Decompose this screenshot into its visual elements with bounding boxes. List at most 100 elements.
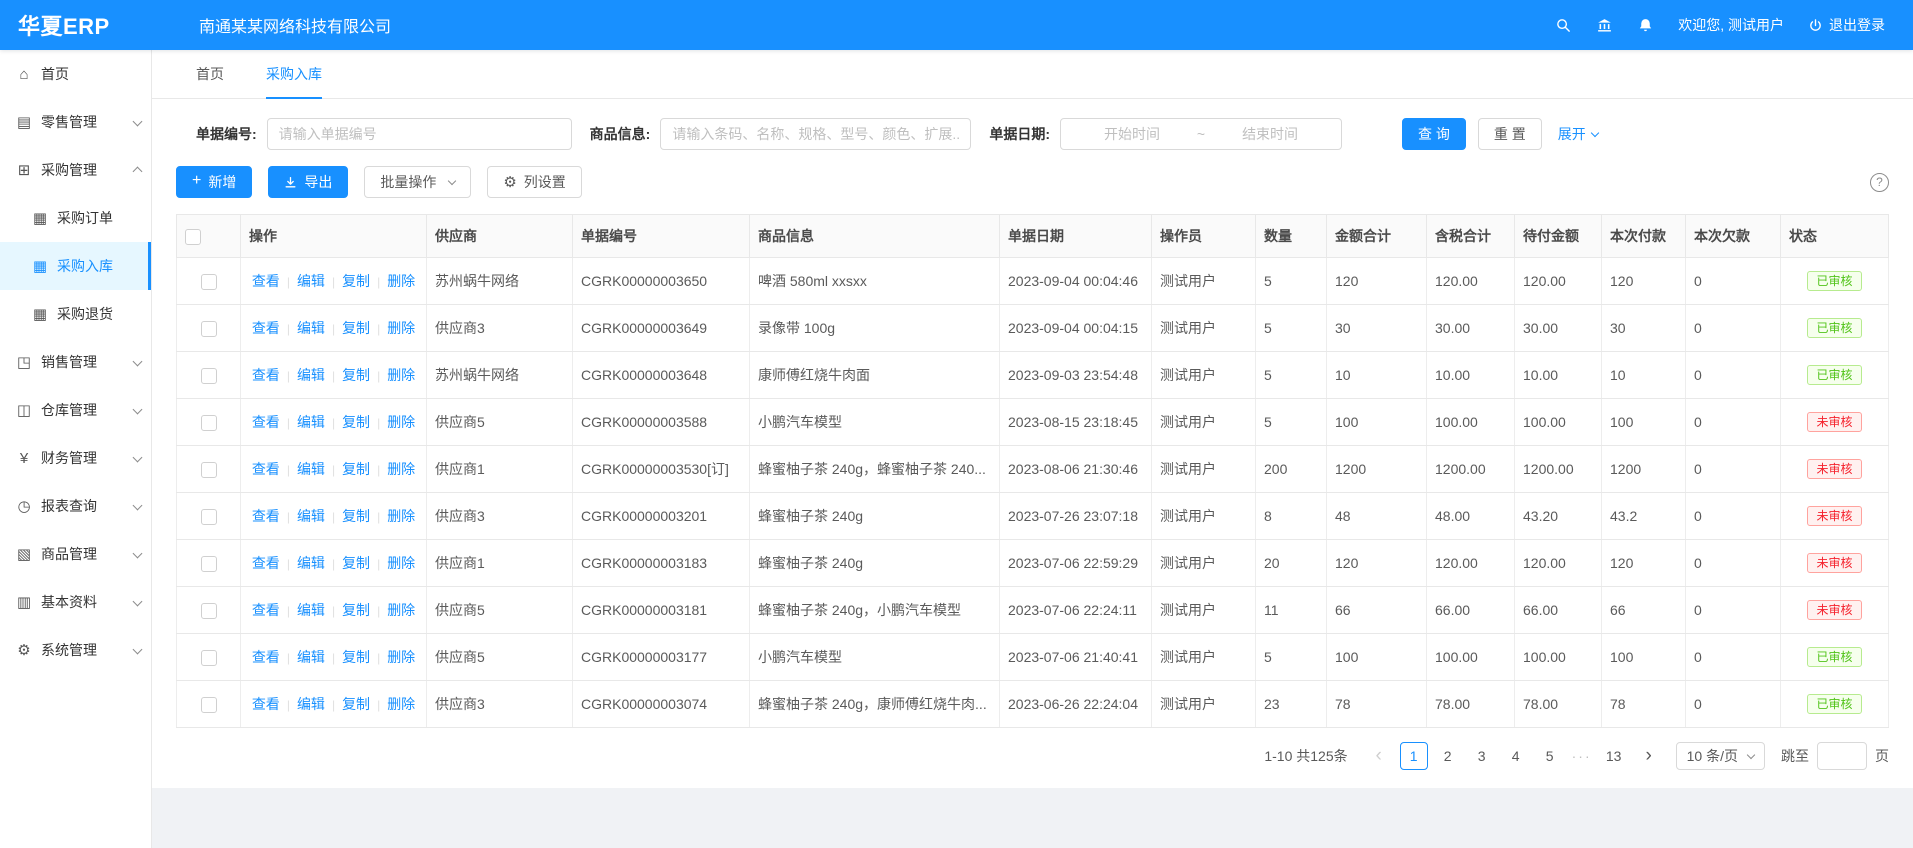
action-link-copy[interactable]: 复制 [342,367,370,383]
sidebar-item[interactable]: ◫仓库管理 [0,386,151,434]
action-link-copy[interactable]: 复制 [342,508,370,524]
action-link-delete[interactable]: 删除 [387,696,415,712]
action-link-view[interactable]: 查看 [252,508,280,524]
warehouse-icon: ◫ [16,401,32,419]
action-link-delete[interactable]: 删除 [387,508,415,524]
batch-button[interactable]: 批量操作 [364,166,471,198]
action-link-edit[interactable]: 编辑 [297,602,325,618]
action-link-view[interactable]: 查看 [252,461,280,477]
bill-no-input[interactable] [267,118,572,150]
row-status-cell: 已审核 [1781,258,1889,305]
action-link-edit[interactable]: 编辑 [297,367,325,383]
action-link-view[interactable]: 查看 [252,555,280,571]
bank-icon[interactable] [1596,17,1613,34]
sidebar-item[interactable]: ◳销售管理 [0,338,151,386]
action-link-edit[interactable]: 编辑 [297,696,325,712]
action-separator: | [377,275,380,289]
action-link-edit[interactable]: 编辑 [297,414,325,430]
reset-button[interactable]: 重 置 [1478,118,1542,150]
action-link-view[interactable]: 查看 [252,367,280,383]
help-icon[interactable]: ? [1870,173,1889,192]
page-button[interactable]: 1 [1400,742,1428,770]
action-link-delete[interactable]: 删除 [387,461,415,477]
tab-item[interactable]: 首页 [196,50,224,98]
action-link-delete[interactable]: 删除 [387,649,415,665]
plus-icon: + [192,173,201,189]
action-link-edit[interactable]: 编辑 [297,273,325,289]
action-link-delete[interactable]: 删除 [387,555,415,571]
action-link-copy[interactable]: 复制 [342,273,370,289]
sidebar-item[interactable]: ¥财务管理 [0,434,151,482]
action-link-view[interactable]: 查看 [252,273,280,289]
tab-item[interactable]: 采购入库 [266,50,322,98]
action-link-delete[interactable]: 删除 [387,273,415,289]
action-link-delete[interactable]: 删除 [387,414,415,430]
action-link-view[interactable]: 查看 [252,649,280,665]
table-row: 查看|编辑|复制|删除供应商1CGRK00000003530[订]蜂蜜柚子茶 2… [177,446,1889,493]
row-checkbox[interactable] [201,697,217,713]
row-checkbox[interactable] [201,368,217,384]
row-checkbox[interactable] [201,650,217,666]
action-link-copy[interactable]: 复制 [342,414,370,430]
prev-page-button[interactable]: ‹ [1366,742,1392,770]
sidebar-item[interactable]: ▥基本资料 [0,578,151,626]
page-button[interactable]: 4 [1502,742,1530,770]
action-link-view[interactable]: 查看 [252,414,280,430]
action-link-edit[interactable]: 编辑 [297,508,325,524]
sidebar-item[interactable]: ⚙系统管理 [0,626,151,674]
bell-icon[interactable] [1637,17,1654,34]
sidebar-item[interactable]: ⌂首页 [0,50,151,98]
action-link-copy[interactable]: 复制 [342,461,370,477]
sidebar-item[interactable]: ▧商品管理 [0,530,151,578]
next-page-button[interactable]: › [1636,742,1662,770]
action-link-edit[interactable]: 编辑 [297,461,325,477]
page-size-select[interactable]: 10 条/页 [1676,742,1765,770]
page-button[interactable]: 2 [1434,742,1462,770]
row-checkbox[interactable] [201,603,217,619]
sidebar-item[interactable]: ▤零售管理 [0,98,151,146]
page-button[interactable]: 13 [1600,742,1628,770]
sidebar-item[interactable]: ⊞采购管理 [0,146,151,194]
date-range-input[interactable]: 开始时间 ~ 结束时间 [1060,118,1342,150]
pagination-total: 1-10 共125条 [1264,746,1347,766]
row-checkbox[interactable] [201,415,217,431]
action-link-edit[interactable]: 编辑 [297,555,325,571]
sidebar-item[interactable]: ◷报表查询 [0,482,151,530]
sidebar-item[interactable]: ▦采购入库 [0,242,151,290]
action-link-edit[interactable]: 编辑 [297,649,325,665]
action-link-delete[interactable]: 删除 [387,320,415,336]
row-checkbox[interactable] [201,556,217,572]
search-button[interactable]: 查 询 [1402,118,1466,150]
page-button[interactable]: 3 [1468,742,1496,770]
export-button[interactable]: 导出 [268,166,348,198]
action-link-copy[interactable]: 复制 [342,696,370,712]
add-button[interactable]: + 新增 [176,166,252,198]
sidebar-item[interactable]: ▦采购订单 [0,194,151,242]
action-link-delete[interactable]: 删除 [387,602,415,618]
action-link-delete[interactable]: 删除 [387,367,415,383]
row-checkbox[interactable] [201,462,217,478]
cell-operator: 测试用户 [1152,634,1256,681]
action-link-edit[interactable]: 编辑 [297,320,325,336]
action-link-copy[interactable]: 复制 [342,649,370,665]
action-link-copy[interactable]: 复制 [342,555,370,571]
action-link-copy[interactable]: 复制 [342,320,370,336]
sidebar-item[interactable]: ▦采购退货 [0,290,151,338]
columns-button[interactable]: ⚙ 列设置 [487,166,581,198]
row-checkbox[interactable] [201,509,217,525]
row-checkbox[interactable] [201,274,217,290]
select-all-checkbox[interactable] [185,229,201,245]
app-logo[interactable]: 华夏ERP [0,9,153,41]
action-link-view[interactable]: 查看 [252,320,280,336]
action-link-copy[interactable]: 复制 [342,602,370,618]
row-actions-cell: 查看|编辑|复制|删除 [241,305,427,352]
expand-link[interactable]: 展开 [1558,124,1598,144]
action-link-view[interactable]: 查看 [252,602,280,618]
jump-page-input[interactable] [1817,742,1867,770]
page-button[interactable]: 5 [1536,742,1564,770]
material-input[interactable] [660,118,971,150]
row-checkbox[interactable] [201,321,217,337]
action-link-view[interactable]: 查看 [252,696,280,712]
search-icon[interactable] [1555,17,1572,34]
logout-button[interactable]: 退出登录 [1808,15,1885,35]
